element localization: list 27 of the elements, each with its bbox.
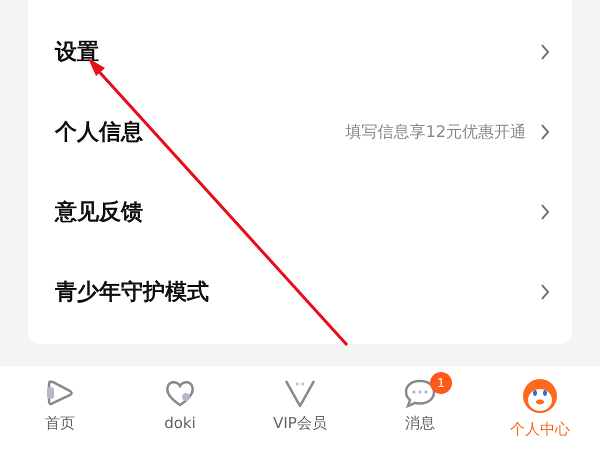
mascot-icon (522, 378, 558, 414)
chat-icon (403, 378, 437, 408)
tab-item[interactable]: doki (120, 366, 240, 450)
menu-label: 个人信息 (55, 118, 143, 146)
tab-item[interactable]: VIP会员 (240, 366, 360, 450)
menu-hint: 填写信息享12元优惠开通 (346, 121, 526, 143)
chevron-icon (540, 283, 550, 301)
tab-label: 个人中心 (510, 419, 570, 440)
tab-label: VIP会员 (273, 413, 327, 434)
tab-item[interactable]: 首页 (0, 366, 120, 450)
menu-item[interactable]: 个人信息 填写信息享12元优惠开通 (28, 92, 572, 172)
chevron-icon (540, 203, 550, 221)
badge: 1 (430, 372, 452, 394)
tab-label: doki (164, 413, 196, 434)
chevron-icon (540, 123, 550, 141)
tab-label: 消息 (405, 413, 435, 434)
tab-label: 首页 (45, 413, 75, 434)
menu-item[interactable]: 青少年守护模式 (28, 252, 572, 332)
tab-item[interactable]: 消息 1 (360, 366, 480, 450)
chevron-icon (540, 43, 550, 61)
menu-label: 青少年守护模式 (55, 278, 209, 306)
v-icon (283, 378, 317, 408)
heart-icon (163, 378, 197, 408)
menu-item[interactable]: 设置 (28, 12, 572, 92)
menu-label: 设置 (55, 38, 99, 66)
menu-item[interactable]: 意见反馈 (28, 172, 572, 252)
menu-label: 意见反馈 (55, 198, 143, 226)
